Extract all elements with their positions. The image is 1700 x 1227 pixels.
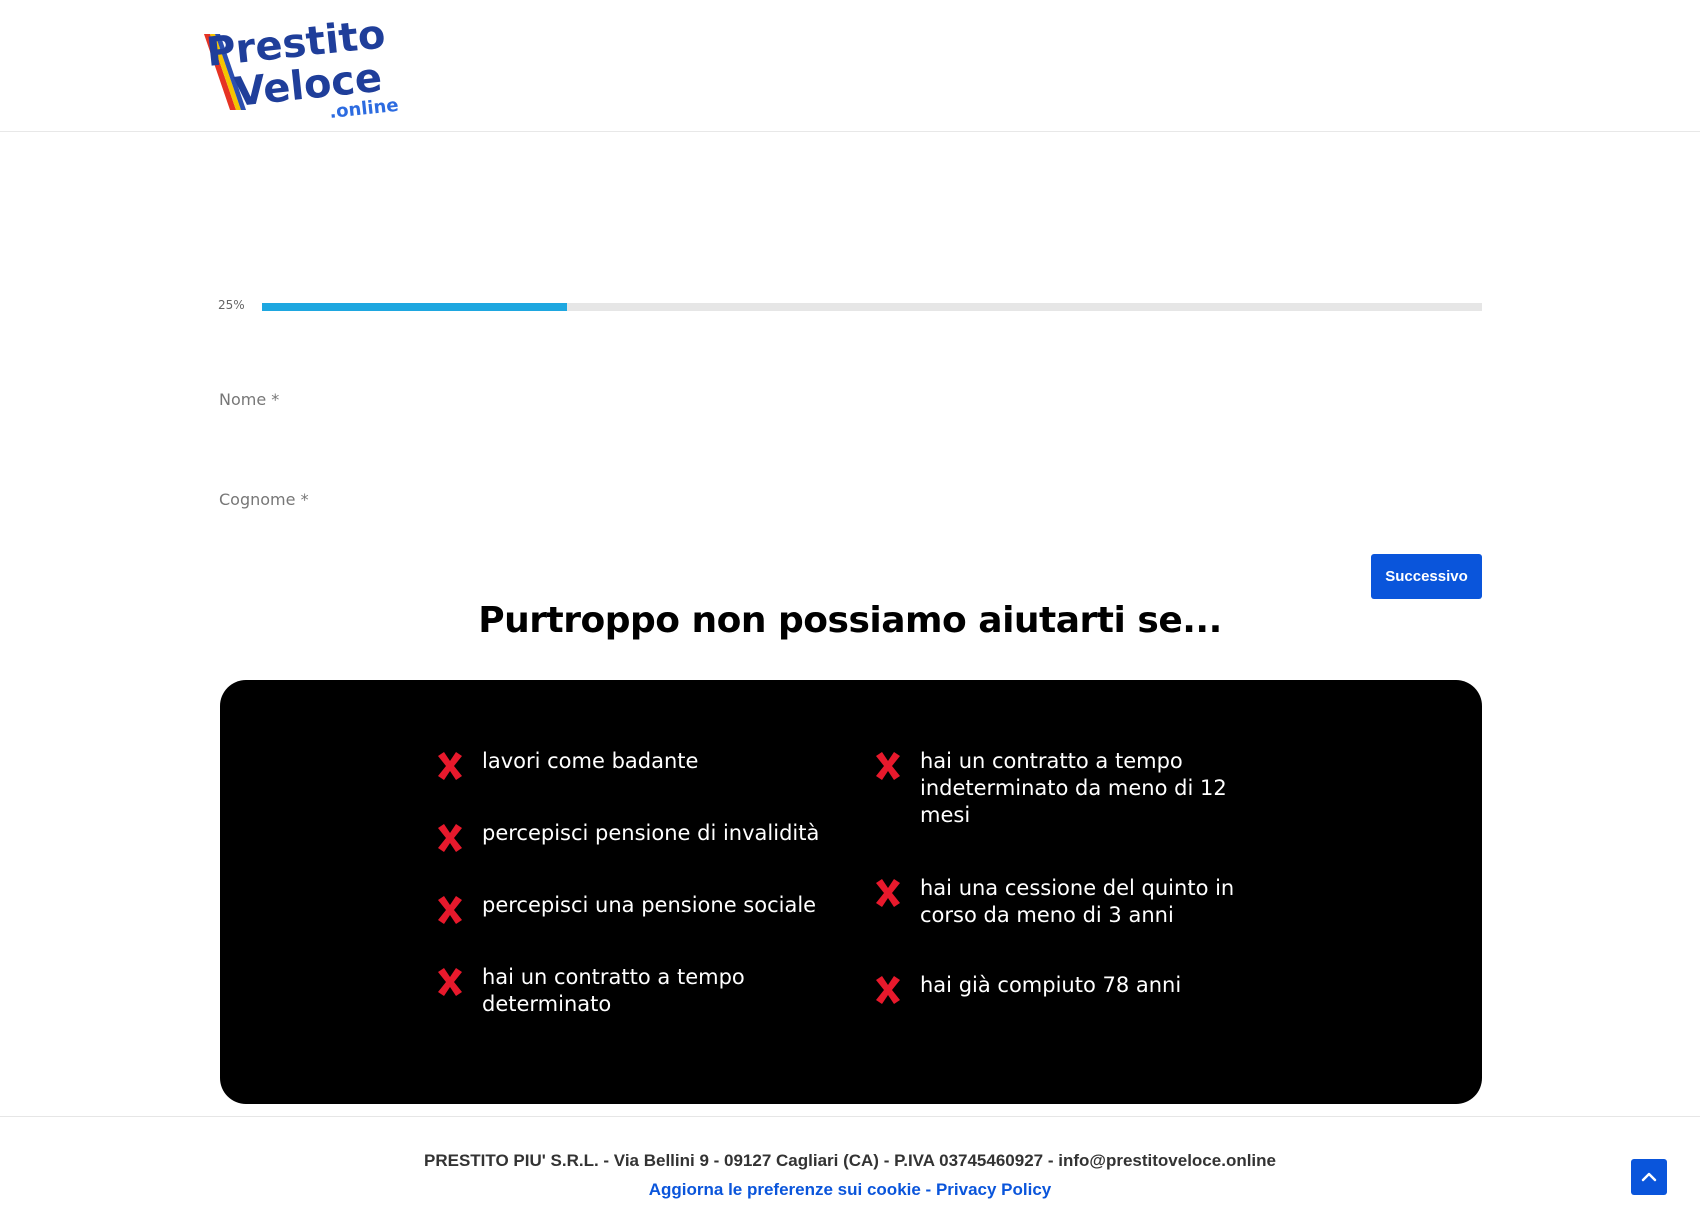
exclusion-text: hai già compiuto 78 anni bbox=[920, 973, 1182, 997]
exclusion-text: percepisci una pensione sociale bbox=[482, 893, 817, 917]
exclusion-text: hai una cessione del quinto in corso da … bbox=[920, 876, 1235, 927]
scroll-to-top-button[interactable] bbox=[1631, 1159, 1667, 1195]
exclusion-text: lavori come badante bbox=[482, 749, 699, 773]
next-button[interactable]: Successivo bbox=[1371, 554, 1482, 599]
exclusion-text: hai un contratto a tempo indeterminato d… bbox=[920, 749, 1227, 827]
red-cross-icon bbox=[438, 824, 462, 852]
progress-track bbox=[262, 303, 1482, 311]
exclusion-item: hai un contratto a tempo indeterminato d… bbox=[872, 748, 1242, 829]
exclusions-title: Purtroppo non possiamo aiutarti se... bbox=[478, 600, 1222, 641]
exclusion-item: hai un contratto a tempo determinato bbox=[434, 964, 774, 1018]
privacy-policy-link[interactable]: Privacy Policy bbox=[936, 1180, 1051, 1199]
cookie-preferences-link[interactable]: Aggiorna le preferenze sui cookie bbox=[649, 1180, 921, 1199]
exclusion-item: hai una cessione del quinto in corso da … bbox=[872, 875, 1252, 929]
footer-links: Aggiorna le preferenze sui cookie - Priv… bbox=[0, 1180, 1700, 1200]
exclusion-item: percepisci pensione di invalidità bbox=[434, 820, 854, 854]
site-logo[interactable]: Prestito Veloce .online bbox=[200, 14, 420, 118]
first-name-input[interactable] bbox=[219, 414, 1482, 454]
chevron-up-icon bbox=[1641, 1172, 1657, 1182]
first-name-label: Nome * bbox=[219, 390, 280, 409]
exclusion-item: hai già compiuto 78 anni bbox=[872, 972, 1252, 1006]
form-progress: 25% bbox=[218, 296, 1482, 318]
progress-label: 25% bbox=[218, 298, 245, 312]
exclusions-panel: lavori come badante percepisci pensione … bbox=[220, 680, 1482, 1104]
site-footer: PRESTITO PIU' S.R.L. - Via Bellini 9 - 0… bbox=[0, 1116, 1700, 1227]
last-name-input[interactable] bbox=[219, 514, 1482, 554]
progress-fill bbox=[262, 303, 567, 311]
exclusion-text: percepisci pensione di invalidità bbox=[482, 821, 820, 845]
company-info: PRESTITO PIU' S.R.L. - Via Bellini 9 - 0… bbox=[423, 1151, 1276, 1170]
red-cross-icon bbox=[438, 752, 462, 780]
exclusion-text: hai un contratto a tempo determinato bbox=[482, 965, 745, 1016]
red-cross-icon bbox=[876, 752, 900, 780]
site-header: Prestito Veloce .online bbox=[0, 0, 1700, 132]
red-cross-icon bbox=[438, 968, 462, 996]
red-cross-icon bbox=[876, 879, 900, 907]
exclusion-item: percepisci una pensione sociale bbox=[434, 892, 854, 926]
red-cross-icon bbox=[438, 896, 462, 924]
footer-link-separator: - bbox=[920, 1180, 936, 1199]
red-cross-icon bbox=[876, 976, 900, 1004]
exclusion-item: lavori come badante bbox=[434, 748, 834, 782]
last-name-label: Cognome * bbox=[219, 490, 309, 509]
